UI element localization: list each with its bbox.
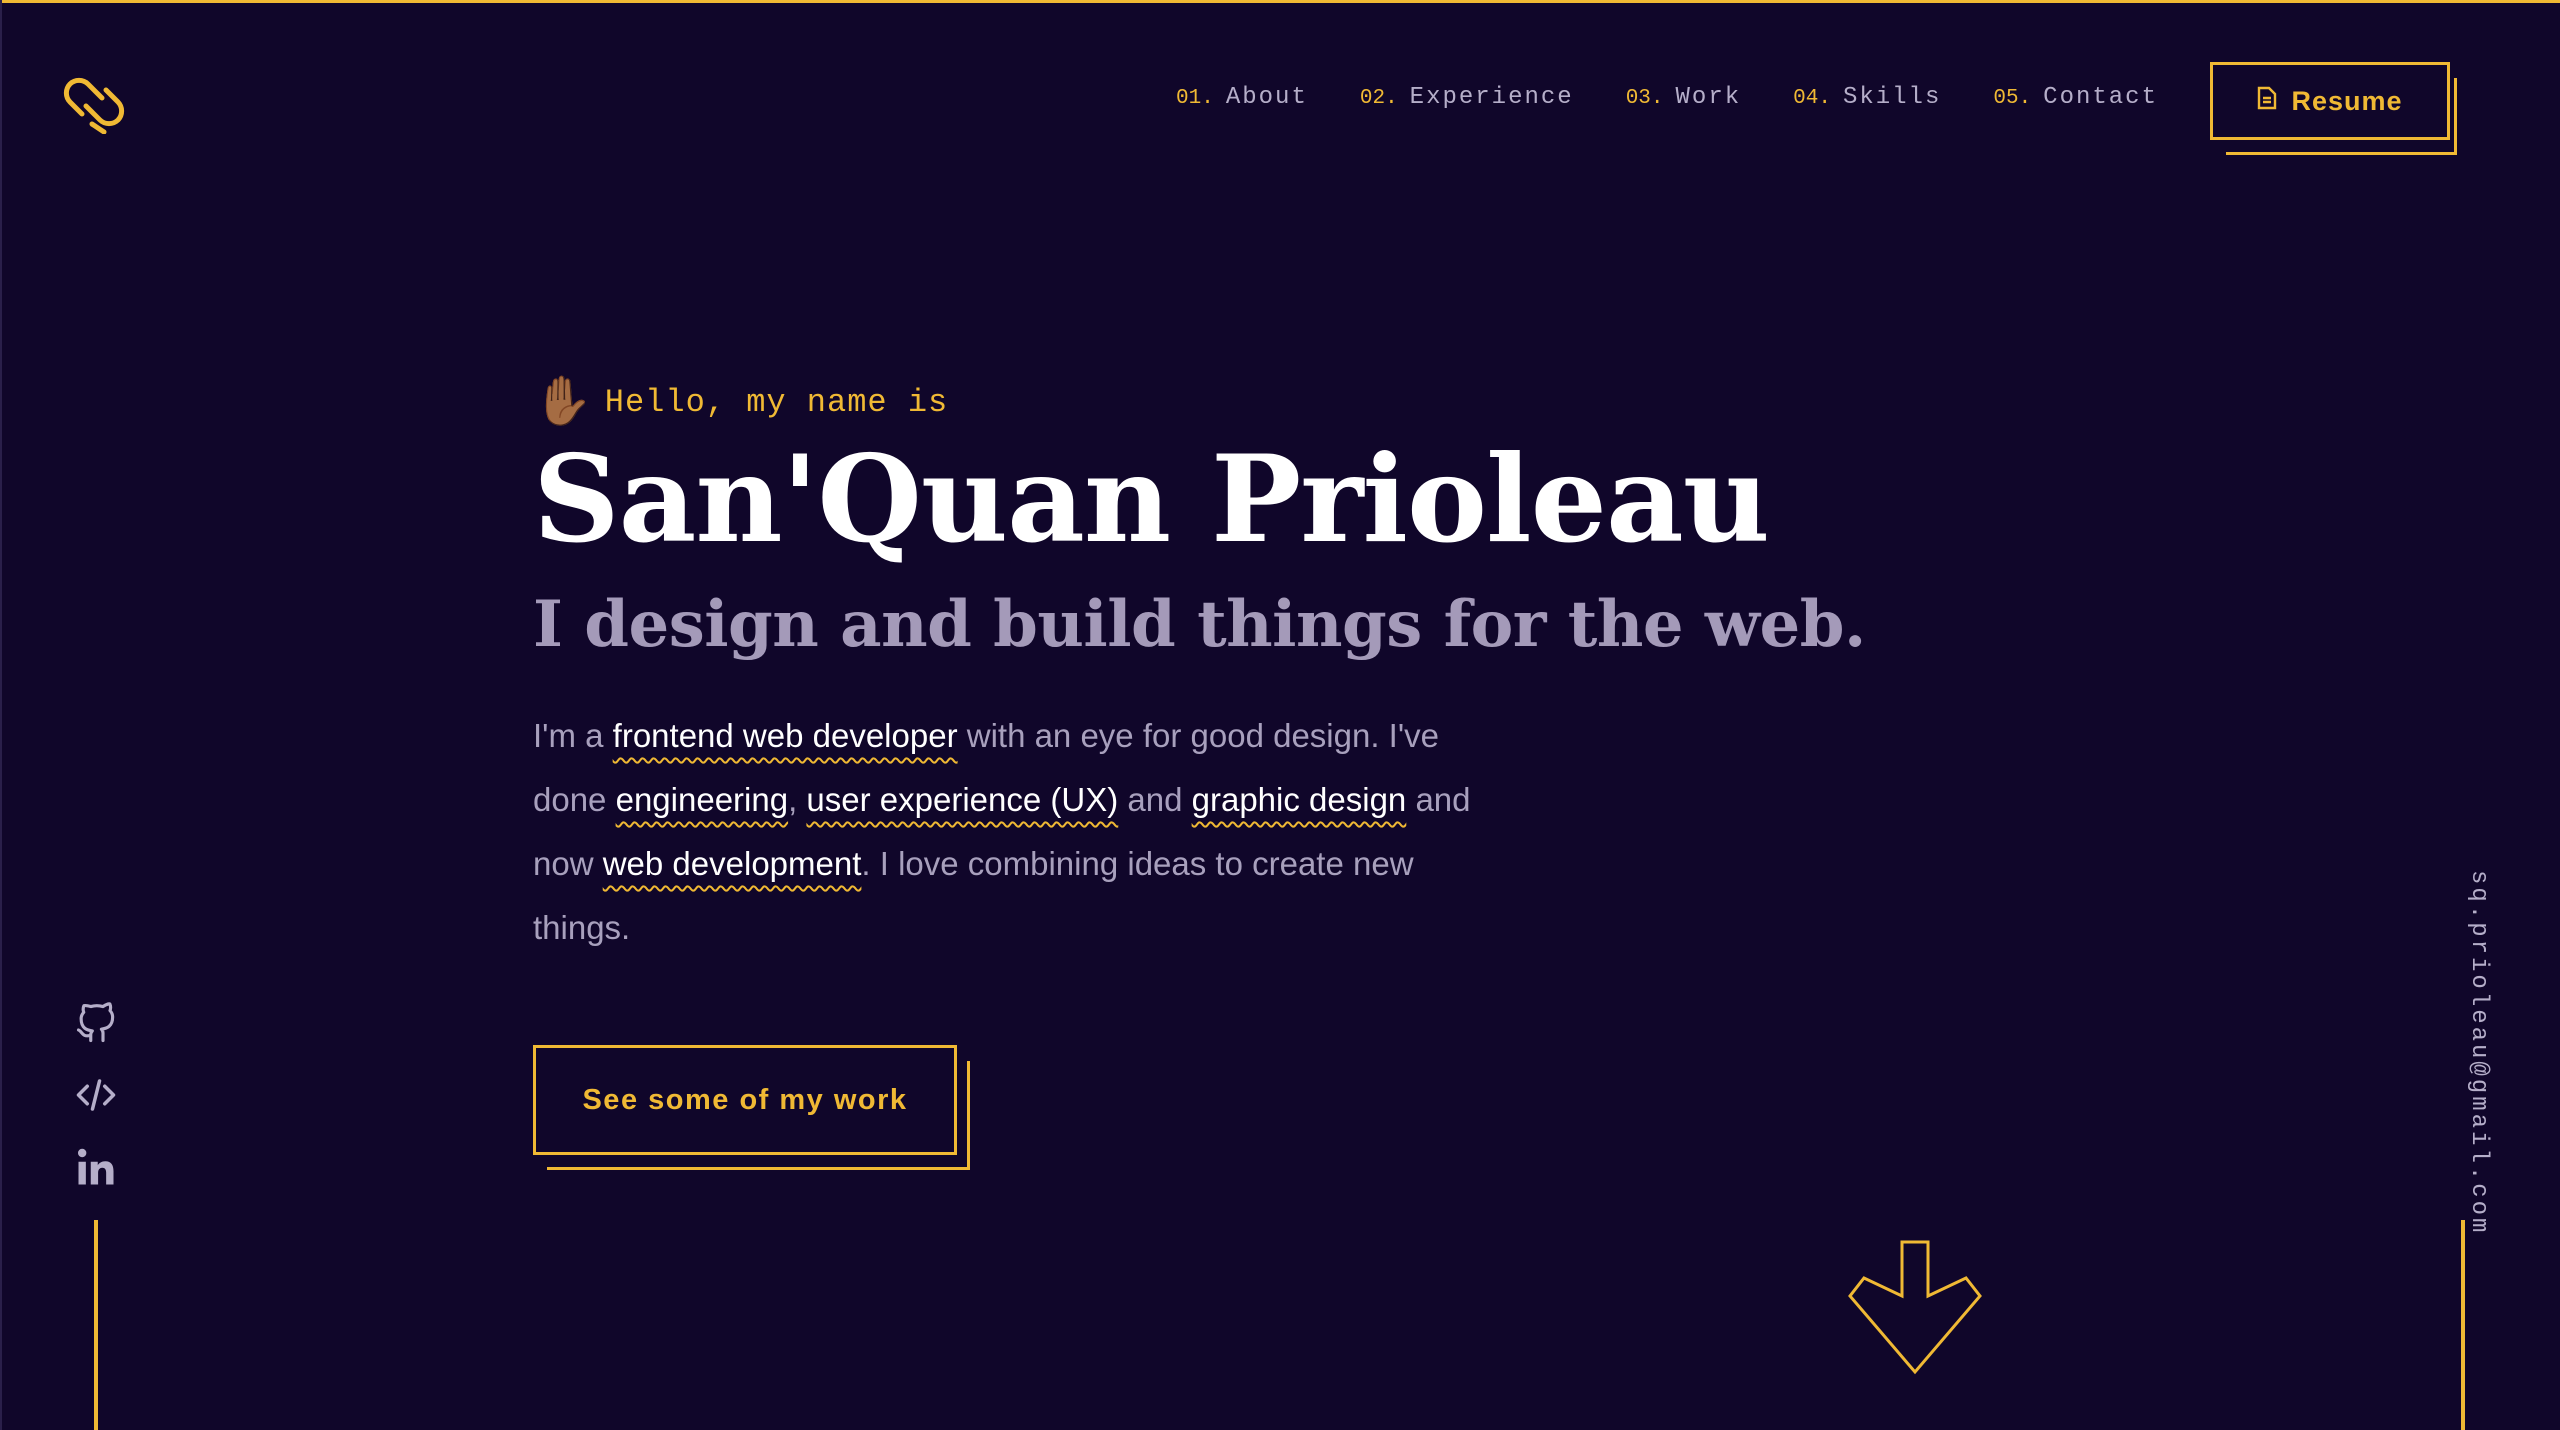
resume-label: Resume bbox=[2291, 85, 2403, 116]
left-edge-border bbox=[0, 0, 2, 1430]
intro-text: I'm a bbox=[533, 717, 613, 754]
arrow-down-icon[interactable] bbox=[1840, 1240, 1990, 1375]
intro-text: , bbox=[788, 781, 807, 818]
highlight-frontend: frontend web developer bbox=[612, 717, 958, 754]
cta-wrapper: See some of my work bbox=[533, 1045, 973, 1175]
hero-greeting: ✋🏾 Hello, my name is bbox=[533, 370, 948, 434]
resume-button-wrapper: Resume bbox=[2210, 62, 2457, 155]
left-vertical-line bbox=[94, 1220, 98, 1430]
greeting-text: Hello, my name is bbox=[604, 383, 949, 421]
nav-number: 05. bbox=[1993, 87, 2032, 110]
waving-hand-icon: ✋🏾 bbox=[533, 375, 593, 428]
highlight-engineering: engineering bbox=[615, 781, 789, 818]
nav-number: 03. bbox=[1625, 87, 1664, 110]
top-accent-line bbox=[0, 0, 2560, 3]
hero-tagline: I design and build things for the web. bbox=[533, 587, 1866, 662]
nav-item-skills[interactable]: 04. Skills bbox=[1793, 84, 1941, 111]
github-icon[interactable] bbox=[73, 1000, 119, 1046]
nav-label: Skills bbox=[1842, 84, 1942, 111]
right-vertical-line bbox=[2461, 1220, 2465, 1430]
nav-item-about[interactable]: 01. About bbox=[1176, 84, 1308, 111]
nav-number: 04. bbox=[1793, 87, 1831, 110]
nav-label: Contact bbox=[2043, 84, 2158, 111]
highlight-ux: user experience (UX) bbox=[806, 781, 1119, 818]
social-links bbox=[70, 1000, 122, 1190]
nav-label: Experience bbox=[1409, 84, 1574, 111]
nav-label: Work bbox=[1675, 84, 1742, 111]
hero-intro: I'm a frontend web developer with an eye… bbox=[533, 704, 1473, 960]
nav-label: About bbox=[1225, 84, 1308, 111]
highlight-web-development: web development bbox=[602, 845, 862, 882]
code-icon[interactable] bbox=[73, 1072, 119, 1118]
nav-item-work[interactable]: 03. Work bbox=[1626, 84, 1741, 111]
highlight-graphic-design: graphic design bbox=[1191, 781, 1407, 818]
main-nav: 01. About 02. Experience 03. Work 04. Sk… bbox=[1176, 84, 2158, 111]
nav-number: 02. bbox=[1359, 87, 1398, 110]
resume-button[interactable]: Resume bbox=[2210, 62, 2450, 140]
linkedin-icon[interactable] bbox=[73, 1144, 119, 1190]
see-work-button[interactable]: See some of my work bbox=[533, 1045, 957, 1155]
nav-item-contact[interactable]: 05. Contact bbox=[1993, 84, 2158, 111]
email-link[interactable]: sq.prioleau@gmail.com bbox=[2462, 870, 2492, 1235]
nav-item-experience[interactable]: 02. Experience bbox=[1360, 84, 1574, 111]
logo-icon[interactable] bbox=[62, 70, 126, 135]
hero-name: San'Quan Prioleau bbox=[533, 429, 1770, 570]
nav-number: 01. bbox=[1176, 87, 1214, 110]
document-icon bbox=[2257, 86, 2277, 117]
intro-text: and bbox=[1118, 781, 1192, 818]
